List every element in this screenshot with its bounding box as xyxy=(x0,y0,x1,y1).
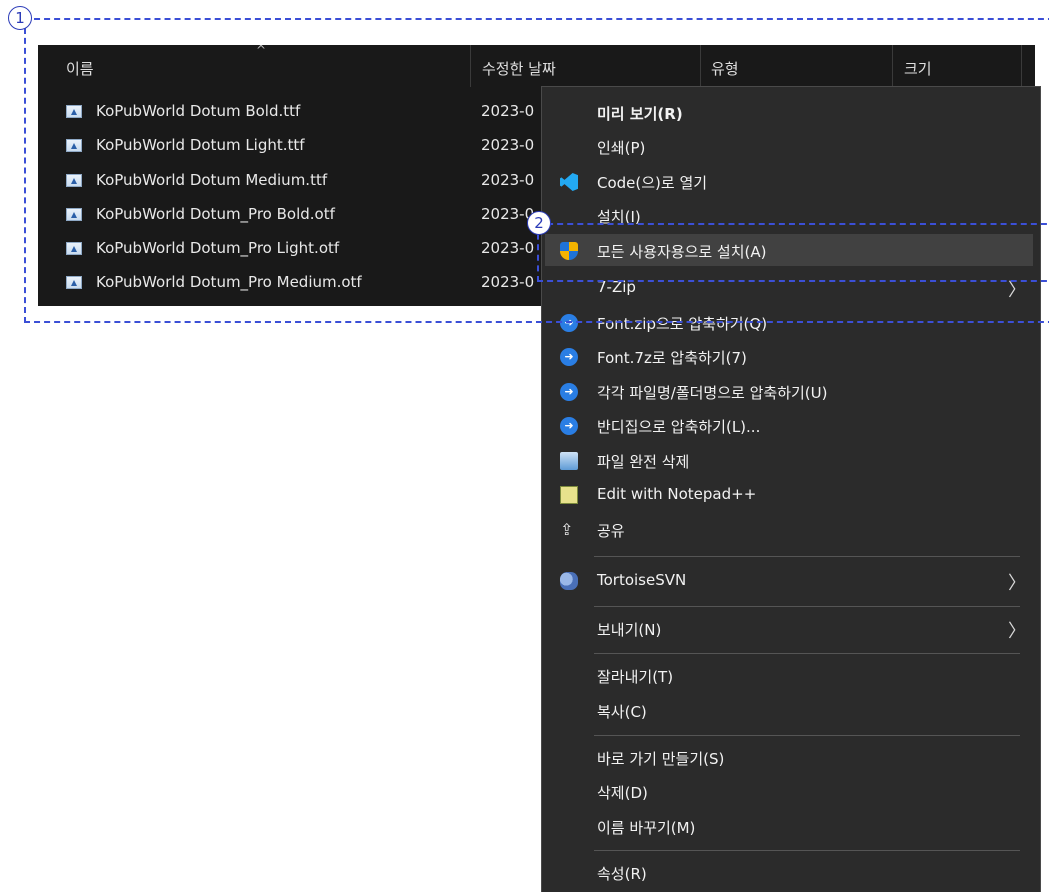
menu-item-label: Font.7z로 압축하기(7) xyxy=(597,349,747,367)
menu-item-tortoisesvn[interactable]: TortoiseSVN 〉 xyxy=(542,564,1040,596)
menu-item-label: 보내기(N) xyxy=(597,621,662,639)
menu-item-label: 파일 완전 삭제 xyxy=(597,453,690,471)
bandizip-icon: ➜ xyxy=(560,348,578,366)
menu-divider xyxy=(594,735,1020,736)
menu-item-label: 공유 xyxy=(597,522,625,540)
menu-item-rename[interactable]: 이름 바꾸기(M) xyxy=(542,810,1040,842)
menu-item-copy[interactable]: 복사(C) xyxy=(542,694,1040,726)
tortoisesvn-icon xyxy=(560,572,578,590)
menu-item-notepadpp[interactable]: Edit with Notepad++ xyxy=(542,478,1040,510)
annotation-marker-1: 1 xyxy=(8,6,32,30)
bandizip-icon: ➜ xyxy=(560,383,578,401)
menu-divider xyxy=(594,556,1020,557)
menu-divider xyxy=(594,606,1020,607)
annotation-box-2 xyxy=(537,223,1049,282)
menu-item-create-shortcut[interactable]: 바로 가기 만들기(S) xyxy=(542,741,1040,773)
menu-item-send-to[interactable]: 보내기(N) 〉 xyxy=(542,612,1040,644)
menu-item-label: 복사(C) xyxy=(597,703,647,721)
menu-item-label: 이름 바꾸기(M) xyxy=(597,819,696,837)
menu-item-label: TortoiseSVN xyxy=(597,571,687,589)
shredder-icon xyxy=(560,452,578,470)
notepad-plus-plus-icon xyxy=(560,486,578,504)
menu-item-label: 반디집으로 압축하기(L)... xyxy=(597,418,761,436)
submenu-chevron-icon: 〉 xyxy=(1008,621,1026,642)
menu-divider xyxy=(594,850,1020,851)
menu-item-share[interactable]: ⇪ 공유 xyxy=(542,513,1040,545)
menu-item-label: Edit with Notepad++ xyxy=(597,485,757,503)
menu-item-label: 잘라내기(T) xyxy=(597,668,674,686)
menu-divider xyxy=(594,653,1020,654)
menu-item-shred[interactable]: 파일 완전 삭제 xyxy=(542,444,1040,476)
menu-item-compress-each[interactable]: ➜ 각각 파일명/폴더명으로 압축하기(U) xyxy=(542,375,1040,407)
menu-item-label: 각각 파일명/폴더명으로 압축하기(U) xyxy=(597,384,828,402)
share-icon: ⇪ xyxy=(560,520,574,539)
menu-item-label: 속성(R) xyxy=(597,865,647,883)
submenu-chevron-icon: 〉 xyxy=(1008,573,1026,594)
menu-item-cut[interactable]: 잘라내기(T) xyxy=(542,659,1040,691)
annotation-marker-2: 2 xyxy=(527,211,551,235)
menu-item-compress-7z[interactable]: ➜ Font.7z로 압축하기(7) xyxy=(542,340,1040,372)
bandizip-icon: ➜ xyxy=(560,417,578,435)
menu-item-label: 바로 가기 만들기(S) xyxy=(597,750,725,768)
menu-item-delete[interactable]: 삭제(D) xyxy=(542,775,1040,807)
menu-item-label: 삭제(D) xyxy=(597,784,648,802)
menu-item-bandizip[interactable]: ➜ 반디집으로 압축하기(L)... xyxy=(542,409,1040,441)
menu-item-properties[interactable]: 속성(R) xyxy=(542,856,1040,888)
